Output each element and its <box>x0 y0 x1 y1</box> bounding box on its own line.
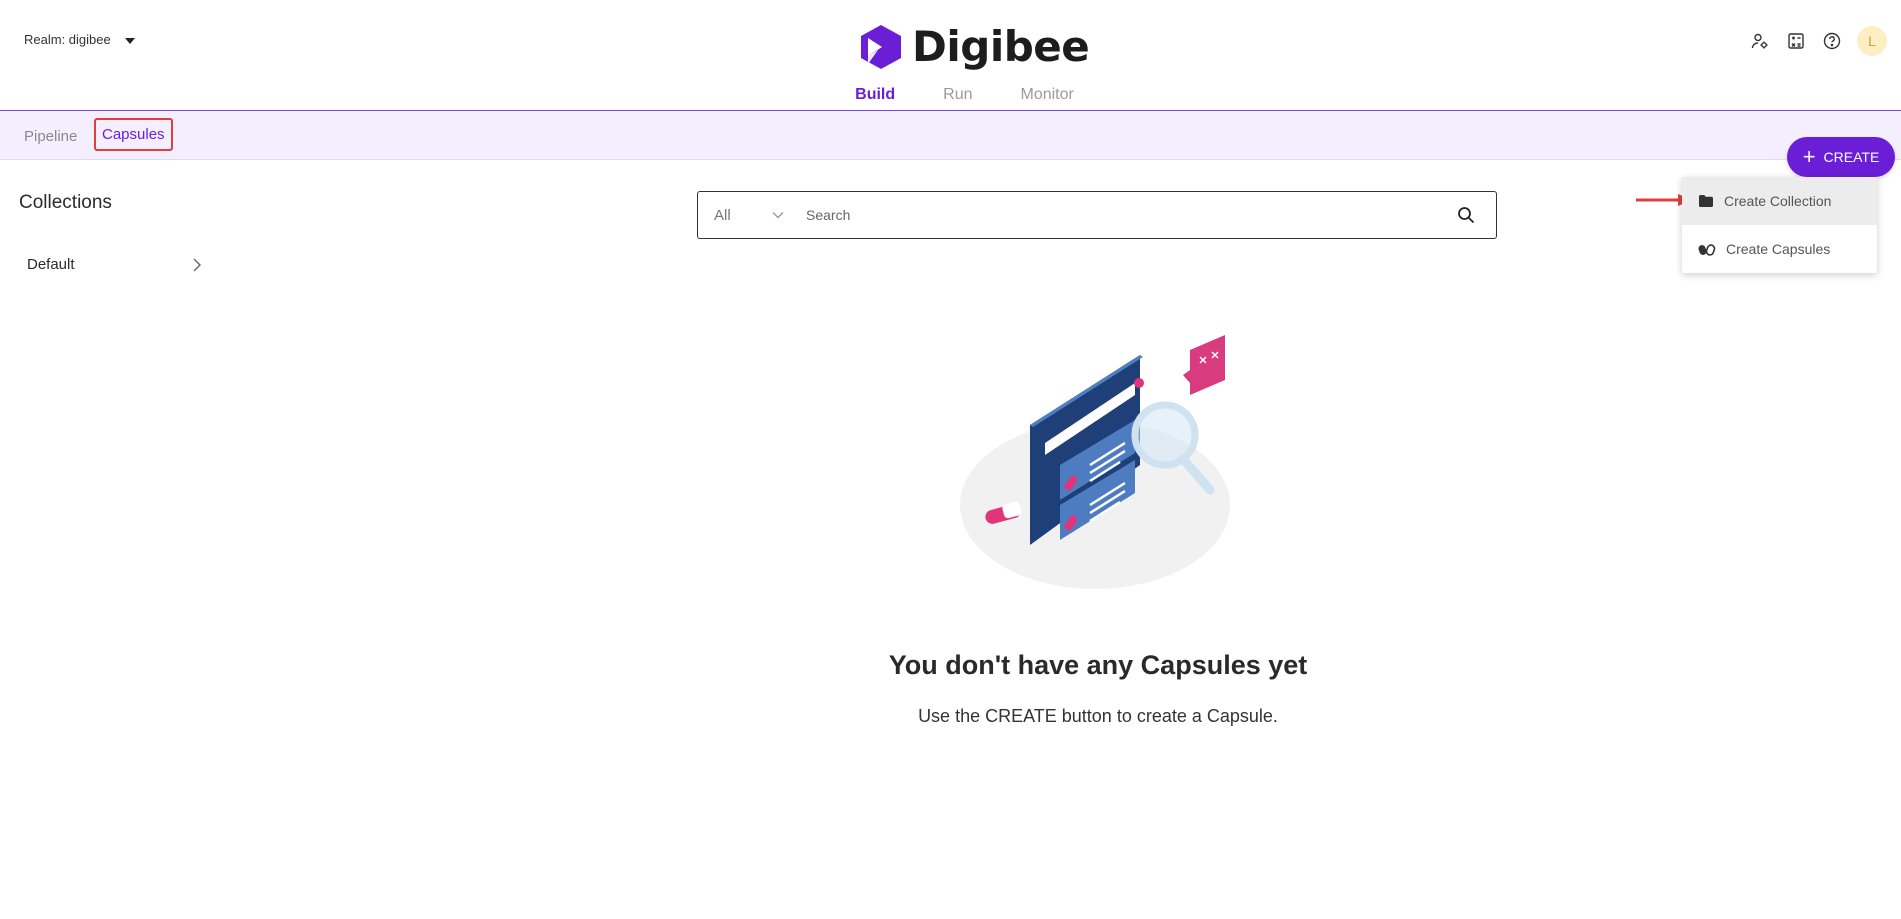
collection-label: Default <box>27 256 75 273</box>
tab-monitor[interactable]: Monitor <box>1021 86 1074 104</box>
menu-item-create-capsules[interactable]: Create Capsules <box>1682 225 1877 273</box>
help-icon[interactable] <box>1821 30 1843 52</box>
filter-value: All <box>714 206 731 224</box>
chevron-down-icon <box>772 212 784 219</box>
tab-run[interactable]: Run <box>943 86 972 104</box>
capsules-icon <box>1698 244 1716 256</box>
header-actions: L <box>1749 26 1887 56</box>
brand-name: Digibee <box>912 22 1090 71</box>
search-icon[interactable] <box>1436 206 1496 224</box>
subtab-pipeline[interactable]: Pipeline <box>24 128 77 145</box>
folder-icon <box>1699 195 1713 207</box>
empty-state-subtitle: Use the CREATE button to create a Capsul… <box>918 706 1278 726</box>
tab-build[interactable]: Build <box>855 86 895 104</box>
calculator-icon[interactable] <box>1785 30 1807 52</box>
caret-down-icon <box>124 37 135 44</box>
create-button[interactable]: + CREATE <box>1787 137 1895 177</box>
create-menu: Create Collection Create Capsules <box>1682 177 1877 273</box>
digibee-logo-icon <box>861 24 901 69</box>
chevron-right-icon <box>193 258 201 271</box>
plus-icon: + <box>1802 144 1816 169</box>
menu-item-label: Create Collection <box>1724 193 1832 209</box>
search-input[interactable] <box>798 206 1436 224</box>
collection-item-default[interactable]: Default <box>27 256 202 273</box>
collections-title: Collections <box>19 192 112 213</box>
user-settings-icon[interactable] <box>1749 30 1771 52</box>
user-avatar[interactable]: L <box>1857 26 1887 56</box>
menu-item-create-collection[interactable]: Create Collection <box>1682 177 1877 225</box>
create-button-label: CREATE <box>1823 149 1880 165</box>
subtab-capsules[interactable]: Capsules <box>94 118 173 151</box>
main-nav: Build Run Monitor <box>0 86 1901 104</box>
realm-label: Realm: digibee <box>24 32 111 47</box>
empty-state-title: You don't have any Capsules yet <box>888 650 1308 680</box>
filter-select[interactable]: All <box>698 207 798 224</box>
menu-item-label: Create Capsules <box>1726 241 1831 257</box>
empty-state-illustration <box>960 335 1230 589</box>
realm-selector[interactable]: Realm: digibee <box>24 32 135 47</box>
brand-logo: Digibee <box>860 22 1090 71</box>
sub-nav-bar <box>0 111 1901 160</box>
search-bar: All <box>697 191 1497 239</box>
